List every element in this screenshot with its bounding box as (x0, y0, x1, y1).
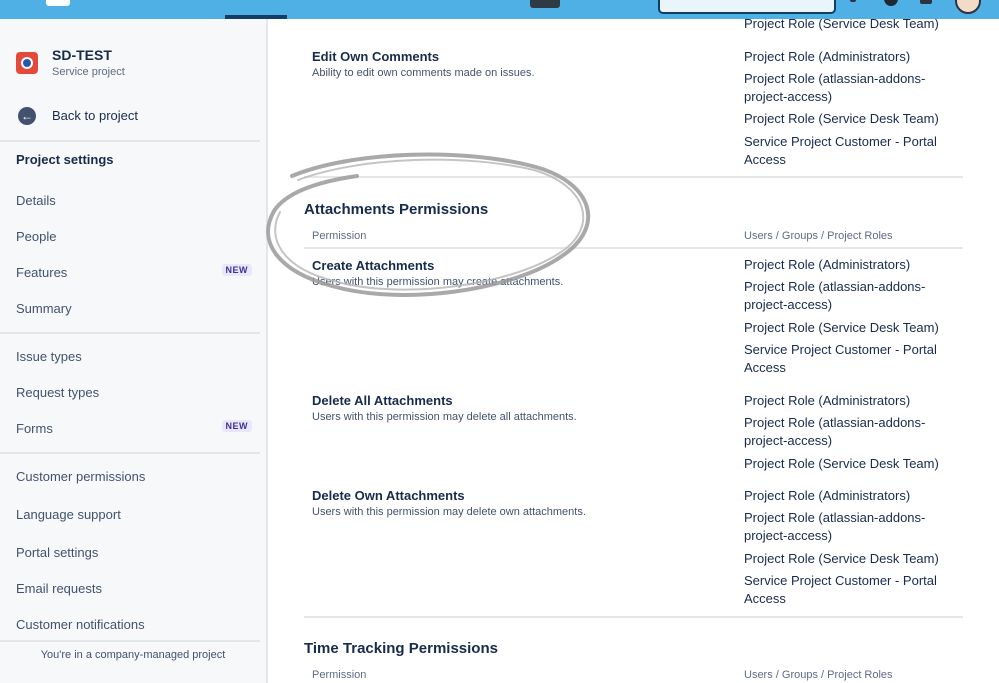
users-column-header: Users / Groups / Project Roles (744, 230, 893, 242)
new-badge: NEW (221, 264, 252, 276)
sidebar-item-summary[interactable]: Summary (16, 298, 252, 320)
project-sidebar: SD-TEST Service project ← Back to projec… (0, 19, 268, 683)
sidebar-item-label: Features (16, 265, 68, 280)
notification-icon[interactable] (850, 0, 856, 2)
divider (0, 332, 260, 334)
sidebar-item-issue-types[interactable]: Issue types (16, 346, 252, 368)
project-name: SD-TEST (52, 47, 112, 63)
new-badge: NEW (221, 420, 252, 432)
grantee: Service Project Customer - Portal Access (744, 342, 937, 375)
grantee: Project Role (Service Desk Team) (744, 19, 939, 31)
sidebar-item-customer-permissions[interactable]: Customer permissions (16, 466, 252, 488)
divider (0, 452, 260, 454)
sidebar-item-label: Request types (16, 385, 100, 400)
grantee: Project Role (Service Desk Team) (744, 320, 939, 335)
company-managed-note: You're in a company-managed project (40, 649, 226, 661)
permission-description: Users with this permission may delete al… (312, 411, 577, 423)
permission-title: Create Attachments (312, 258, 435, 273)
divider (0, 640, 260, 642)
sidebar-item-label: Summary (16, 301, 72, 316)
search-input[interactable] (658, 0, 836, 14)
sidebar-item-language-support[interactable]: Language support (16, 504, 252, 526)
grantee: Project Role (Service Desk Team) (744, 456, 939, 471)
sidebar-item-label: Portal settings (16, 545, 99, 560)
sidebar-item-label: People (16, 229, 57, 244)
sidebar-item-request-types[interactable]: Request types (16, 382, 252, 404)
permission-title: Edit Own Comments (312, 49, 440, 64)
grantee: Project Role (Service Desk Team) (744, 551, 939, 566)
project-avatar-icon (16, 52, 38, 74)
sidebar-item-features[interactable]: Features NEW (16, 262, 252, 284)
sidebar-item-label: Details (16, 193, 56, 208)
grantee: Project Role (Administrators) (744, 257, 911, 272)
sidebar-item-label: Language support (16, 507, 121, 522)
project-settings-heading: Project settings (16, 152, 114, 167)
permission-description: Ability to edit own comments made on iss… (312, 67, 535, 79)
grantee: Project Role (Administrators) (744, 488, 911, 503)
sidebar-item-label: Email requests (16, 581, 102, 596)
permission-column-header: Permission (312, 230, 367, 242)
time-tracking-permissions-heading: Time Tracking Permissions (304, 640, 498, 657)
permission-title: Delete All Attachments (312, 393, 453, 408)
grantee: Project Role (atlassian-addons-project-a… (744, 415, 926, 448)
settings-icon[interactable] (920, 0, 932, 4)
sidebar-item-people[interactable]: People (16, 226, 252, 248)
permission-title: Delete Own Attachments (312, 488, 465, 503)
sidebar-item-label: Forms (16, 421, 53, 436)
permission-description: Users with this permission may create at… (312, 276, 564, 288)
top-navigation-bar (0, 0, 999, 19)
grantee: Project Role (Administrators) (744, 393, 911, 408)
sidebar-item-forms[interactable]: Forms NEW (16, 418, 252, 440)
grantee: Project Role (atlassian-addons-project-a… (744, 279, 926, 312)
project-type: Service project (52, 66, 125, 78)
sidebar-item-label: Customer permissions (16, 469, 146, 484)
divider (304, 176, 963, 178)
sidebar-item-portal-settings[interactable]: Portal settings (16, 542, 252, 564)
permission-description: Users with this permission may delete ow… (312, 506, 586, 518)
divider (304, 247, 963, 249)
help-icon[interactable] (884, 0, 898, 6)
arrow-left-icon: ← (18, 107, 36, 125)
sidebar-item-email-requests[interactable]: Email requests (16, 578, 252, 600)
permissions-content: Project Role (Service Desk Team) Edit Ow… (270, 19, 999, 683)
product-logo-icon[interactable] (46, 0, 70, 6)
grantee: Project Role (Service Desk Team) (744, 111, 939, 126)
divider (0, 140, 260, 142)
grantee: Project Role (atlassian-addons-project-a… (744, 71, 926, 104)
grantee: Project Role (atlassian-addons-project-a… (744, 510, 926, 543)
back-to-project-label: Back to project (52, 108, 138, 123)
create-button[interactable] (530, 0, 560, 8)
grantee: Service Project Customer - Portal Access (744, 573, 937, 606)
grantee: Service Project Customer - Portal Access (744, 134, 937, 167)
grantee: Project Role (Administrators) (744, 49, 911, 64)
back-to-project-link[interactable]: ← Back to project (16, 105, 256, 127)
sidebar-item-label: Customer notifications (16, 617, 145, 632)
sidebar-item-details[interactable]: Details (16, 190, 252, 212)
attachments-permissions-heading: Attachments Permissions (304, 201, 489, 218)
sidebar-item-label: Issue types (16, 349, 82, 364)
users-column-header: Users / Groups / Project Roles (744, 669, 893, 681)
sidebar-item-customer-notifications[interactable]: Customer notifications (16, 614, 252, 636)
app-switcher-icon[interactable] (20, 0, 34, 4)
divider (304, 616, 963, 618)
avatar[interactable] (955, 0, 981, 14)
permission-column-header: Permission (312, 669, 367, 681)
